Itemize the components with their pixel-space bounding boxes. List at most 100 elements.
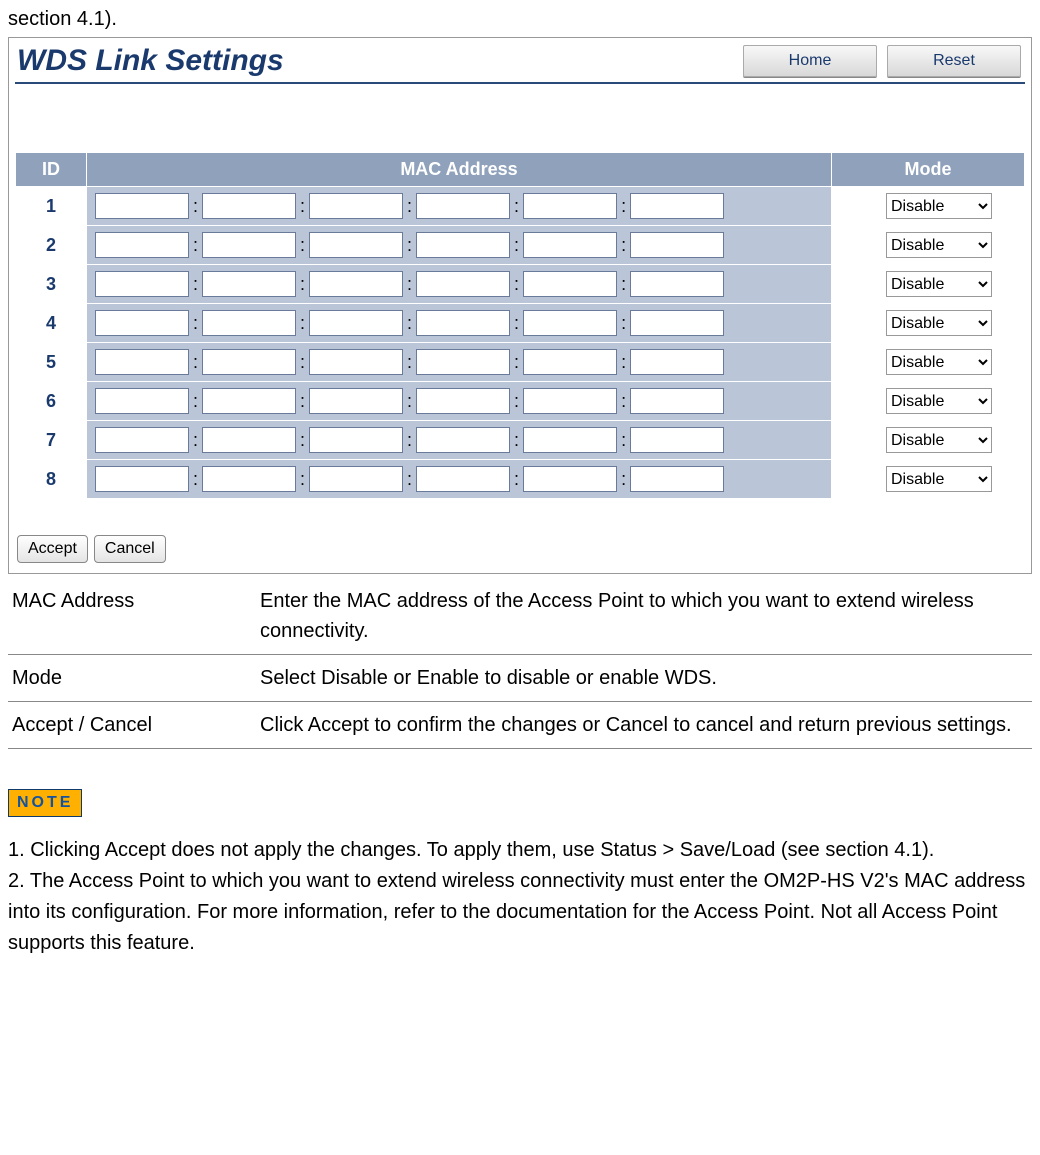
mode-select[interactable]: DisableEnable	[886, 349, 992, 375]
mac-octet-input[interactable]	[523, 388, 617, 414]
mac-octet-input[interactable]	[309, 427, 403, 453]
intro-text: section 4.1).	[8, 8, 1032, 31]
mac-octet-input[interactable]	[523, 193, 617, 219]
mode-select[interactable]: DisableEnable	[886, 232, 992, 258]
mac-octet-input[interactable]	[416, 349, 510, 375]
home-button[interactable]: Home	[743, 45, 877, 77]
mac-cell: :::::	[87, 265, 832, 304]
id-cell: 2	[16, 226, 87, 265]
mac-octet-input[interactable]	[523, 271, 617, 297]
mac-octet-input[interactable]	[95, 232, 189, 258]
mac-octet-input[interactable]	[630, 349, 724, 375]
mac-octet-input[interactable]	[95, 310, 189, 336]
mac-octet-input[interactable]	[630, 232, 724, 258]
mac-octet-input[interactable]	[309, 232, 403, 258]
mac-cell: :::::	[87, 421, 832, 460]
mac-octet-input[interactable]	[309, 310, 403, 336]
mode-cell: DisableEnable	[832, 382, 1025, 421]
mac-cell: :::::	[87, 226, 832, 265]
mac-separator: :	[191, 391, 200, 412]
mode-cell: DisableEnable	[832, 187, 1025, 226]
mac-octet-input[interactable]	[416, 466, 510, 492]
mac-octet-input[interactable]	[416, 310, 510, 336]
mac-separator: :	[405, 196, 414, 217]
mac-octet-input[interactable]	[202, 427, 296, 453]
mac-octet-input[interactable]	[523, 349, 617, 375]
mac-octet-input[interactable]	[630, 466, 724, 492]
mac-octet-input[interactable]	[309, 388, 403, 414]
th-mac: MAC Address	[87, 153, 832, 187]
mac-octet-input[interactable]	[202, 310, 296, 336]
mac-octet-input[interactable]	[630, 193, 724, 219]
mac-octet-input[interactable]	[416, 427, 510, 453]
mode-cell: DisableEnable	[832, 265, 1025, 304]
mac-octet-input[interactable]	[630, 427, 724, 453]
mac-cell: :::::	[87, 460, 832, 499]
id-cell: 5	[16, 343, 87, 382]
id-cell: 1	[16, 187, 87, 226]
table-row: 2:::::DisableEnable	[16, 226, 1025, 265]
mode-select[interactable]: DisableEnable	[886, 193, 992, 219]
mode-select[interactable]: DisableEnable	[886, 310, 992, 336]
table-row: 5:::::DisableEnable	[16, 343, 1025, 382]
mac-octet-input[interactable]	[95, 427, 189, 453]
mac-octet-input[interactable]	[309, 466, 403, 492]
mac-octet-input[interactable]	[95, 271, 189, 297]
mac-separator: :	[619, 352, 628, 373]
mac-octet-input[interactable]	[202, 271, 296, 297]
mac-separator: :	[512, 274, 521, 295]
mac-octet-input[interactable]	[309, 349, 403, 375]
mac-octet-input[interactable]	[202, 349, 296, 375]
mac-octet-input[interactable]	[523, 427, 617, 453]
mac-octet-input[interactable]	[416, 232, 510, 258]
mac-octet-input[interactable]	[95, 193, 189, 219]
table-row: 1:::::DisableEnable	[16, 187, 1025, 226]
description-table: MAC AddressEnter the MAC address of the …	[8, 578, 1032, 749]
mac-separator: :	[512, 352, 521, 373]
mac-octet-input[interactable]	[630, 388, 724, 414]
mode-select[interactable]: DisableEnable	[886, 271, 992, 297]
mac-octet-input[interactable]	[309, 271, 403, 297]
mac-octet-input[interactable]	[416, 271, 510, 297]
wds-table: ID MAC Address Mode 1:::::DisableEnable2…	[15, 152, 1025, 499]
mac-separator: :	[191, 430, 200, 451]
mac-separator: :	[405, 391, 414, 412]
mac-octet-input[interactable]	[630, 310, 724, 336]
mode-select[interactable]: DisableEnable	[886, 427, 992, 453]
mode-cell: DisableEnable	[832, 343, 1025, 382]
mode-select[interactable]: DisableEnable	[886, 388, 992, 414]
th-mode: Mode	[832, 153, 1025, 187]
mac-separator: :	[619, 274, 628, 295]
mac-octet-input[interactable]	[95, 349, 189, 375]
mode-cell: DisableEnable	[832, 421, 1025, 460]
mac-octet-input[interactable]	[202, 466, 296, 492]
mac-octet-input[interactable]	[309, 193, 403, 219]
mac-octet-input[interactable]	[202, 232, 296, 258]
mac-octet-input[interactable]	[95, 388, 189, 414]
id-cell: 3	[16, 265, 87, 304]
mac-octet-input[interactable]	[416, 388, 510, 414]
mac-separator: :	[512, 196, 521, 217]
mac-separator: :	[619, 391, 628, 412]
accept-button[interactable]: Accept	[17, 535, 88, 563]
mode-cell: DisableEnable	[832, 304, 1025, 343]
mac-separator: :	[405, 469, 414, 490]
mac-octet-input[interactable]	[202, 388, 296, 414]
mac-octet-input[interactable]	[202, 193, 296, 219]
mac-separator: :	[298, 352, 307, 373]
mac-octet-input[interactable]	[630, 271, 724, 297]
mac-cell: :::::	[87, 343, 832, 382]
note-list: 1. Clicking Accept does not apply the ch…	[8, 835, 1032, 959]
mac-octet-input[interactable]	[523, 310, 617, 336]
mac-separator: :	[298, 274, 307, 295]
mac-octet-input[interactable]	[416, 193, 510, 219]
mac-octet-input[interactable]	[95, 466, 189, 492]
description-text: Click Accept to confirm the changes or C…	[256, 702, 1032, 749]
mac-separator: :	[512, 430, 521, 451]
mode-select[interactable]: DisableEnable	[886, 466, 992, 492]
mac-octet-input[interactable]	[523, 466, 617, 492]
mac-separator: :	[405, 274, 414, 295]
reset-button[interactable]: Reset	[887, 45, 1021, 77]
cancel-button[interactable]: Cancel	[94, 535, 166, 563]
mac-octet-input[interactable]	[523, 232, 617, 258]
